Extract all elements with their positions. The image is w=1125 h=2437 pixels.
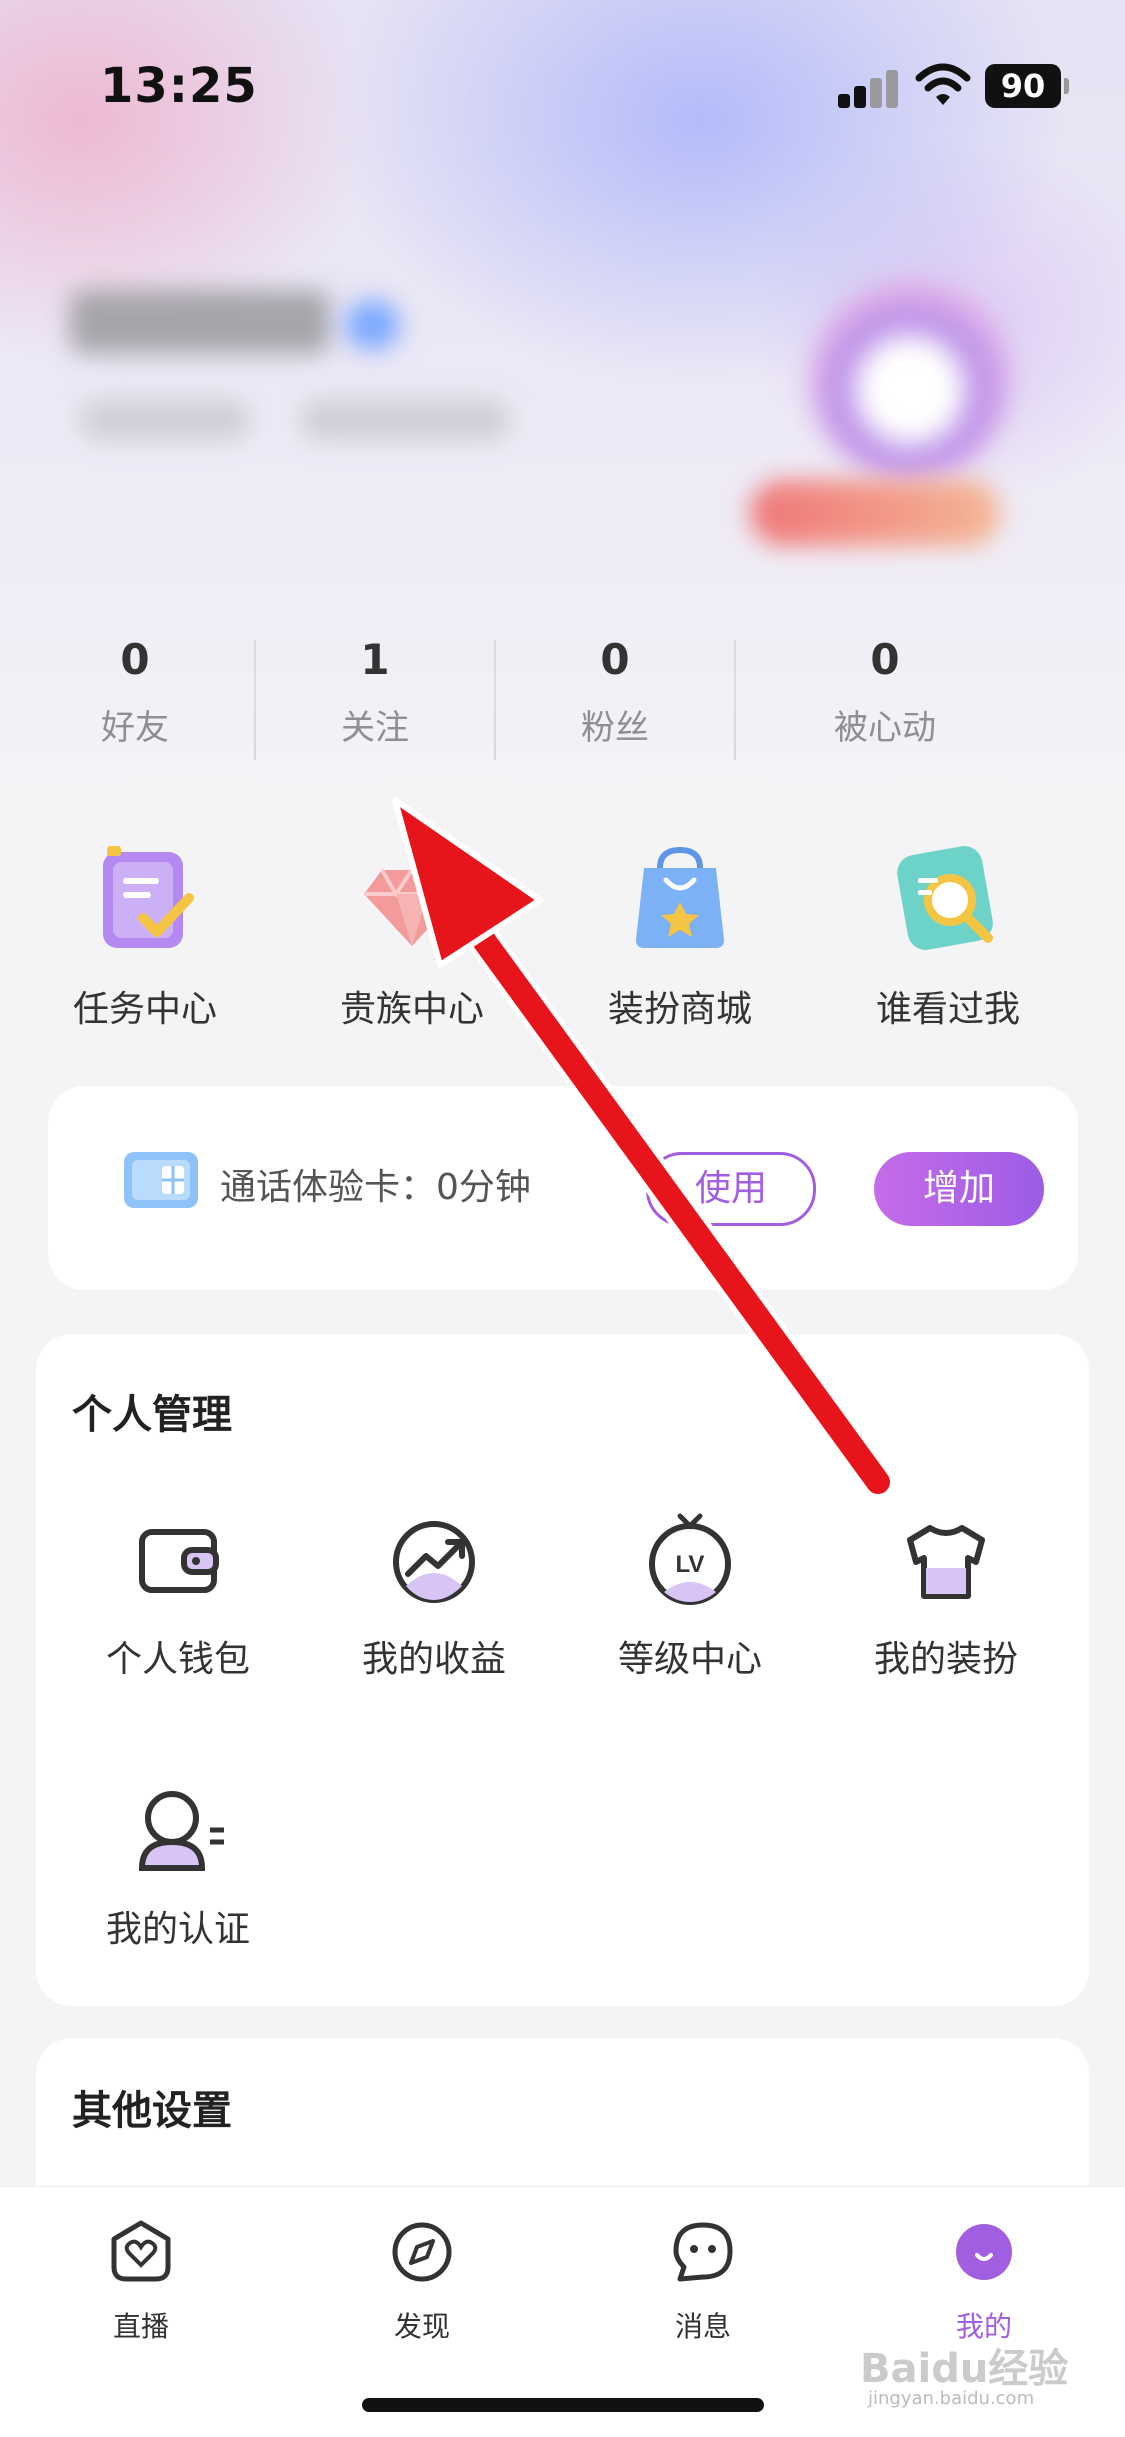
outfit-icon: [907, 1525, 985, 1599]
use-button[interactable]: 使用: [646, 1152, 816, 1226]
profile-icon: [956, 2224, 1012, 2280]
menu-label: 个人钱包: [105, 1639, 250, 1680]
call-card-text: 通话体验卡：0分钟: [220, 1167, 531, 1208]
watermark-logo: Baidu经验: [860, 2346, 1069, 2392]
shopping-bag-icon: [620, 840, 740, 960]
task-icon: [85, 840, 205, 960]
username-blurred[interactable]: [70, 290, 330, 354]
menu-item-level-center[interactable]: LV 等级中心: [570, 1510, 810, 1682]
tab-mine[interactable]: 我的: [894, 2217, 1074, 2345]
menu-label: 我的收益: [361, 1639, 506, 1680]
avatar[interactable]: [810, 280, 1010, 480]
stat-liked-by[interactable]: 0 被心动: [765, 630, 1005, 749]
feature-label: 谁看过我: [875, 989, 1020, 1030]
menu-label: 我的装扮: [873, 1639, 1018, 1680]
stat-value: 0: [600, 635, 630, 684]
user-id-blurred: [300, 400, 510, 440]
wallet-icon: [139, 1529, 219, 1593]
stat-value: 0: [870, 635, 900, 684]
stat-label: 被心动: [834, 708, 936, 748]
user-tag-blurred: [80, 400, 250, 440]
add-button[interactable]: 增加: [874, 1152, 1044, 1226]
tab-label: 消息: [674, 2310, 731, 2343]
status-time: 13:25: [100, 58, 258, 114]
divider: [734, 640, 736, 760]
personal-management-card: 个人管理 个人钱包 我的收益 LV 等级中心 我的装扮 我的认证: [36, 1334, 1089, 2006]
feature-task-center[interactable]: 任务中心: [35, 840, 255, 1032]
level-icon: LV: [649, 1513, 731, 1605]
home-indicator[interactable]: [362, 2398, 764, 2412]
stat-value: 0: [120, 635, 150, 684]
stat-label: 粉丝: [581, 708, 649, 748]
menu-item-wallet[interactable]: 个人钱包: [58, 1510, 298, 1682]
feature-label: 装扮商城: [607, 989, 752, 1030]
cellular-signal-icon: [838, 70, 900, 108]
tab-label: 直播: [112, 2310, 169, 2343]
feature-noble-center[interactable]: 贵族中心: [302, 840, 522, 1032]
svg-text:LV: LV: [676, 1551, 705, 1578]
status-bar: 13:25 90: [0, 0, 1125, 150]
earnings-icon: [393, 1521, 475, 1603]
call-card-icon: [124, 1152, 198, 1208]
tab-discover[interactable]: 发现: [332, 2217, 512, 2345]
tab-messages[interactable]: 消息: [613, 2217, 793, 2345]
magnifier-icon: [888, 840, 1008, 960]
battery-tip: [1064, 78, 1069, 94]
section-title: 个人管理: [72, 1392, 232, 1438]
call-experience-card: 通话体验卡：0分钟 使用 增加: [48, 1086, 1078, 1290]
battery-indicator: 90: [985, 64, 1061, 108]
diamond-icon: [352, 840, 472, 960]
feature-who-viewed-me[interactable]: 谁看过我: [838, 840, 1058, 1032]
compass-icon: [392, 2222, 452, 2282]
wifi-icon: [915, 63, 971, 105]
stat-friends[interactable]: 0 好友: [15, 630, 255, 749]
section-title: 其他设置: [72, 2088, 232, 2134]
stat-fans[interactable]: 0 粉丝: [495, 630, 735, 749]
tab-live[interactable]: 直播: [51, 2217, 231, 2345]
vip-badge-blurred[interactable]: [750, 480, 1000, 546]
verified-badge-blurred: [345, 300, 400, 350]
message-icon: [673, 2222, 733, 2282]
menu-label: 等级中心: [617, 1639, 762, 1680]
menu-label: 我的认证: [105, 1909, 250, 1950]
stat-following[interactable]: 1 关注: [255, 630, 495, 749]
tab-label: 发现: [393, 2310, 450, 2343]
stat-value: 1: [360, 635, 390, 684]
menu-item-verification[interactable]: 我的认证: [58, 1780, 298, 1952]
stat-label: 关注: [341, 708, 409, 748]
feature-outfit-mall[interactable]: 装扮商城: [570, 840, 790, 1032]
stat-label: 好友: [101, 708, 169, 748]
watermark-url: jingyan.baidu.com: [868, 2388, 1035, 2409]
menu-item-outfit[interactable]: 我的装扮: [826, 1510, 1066, 1682]
live-icon: [111, 2220, 171, 2282]
feature-label: 任务中心: [72, 989, 217, 1030]
verify-icon: [138, 1791, 224, 1871]
menu-item-earnings[interactable]: 我的收益: [314, 1510, 554, 1682]
stats-row: 0 好友 1 关注 0 粉丝 0 被心动: [0, 630, 1125, 770]
feature-label: 贵族中心: [339, 989, 484, 1030]
